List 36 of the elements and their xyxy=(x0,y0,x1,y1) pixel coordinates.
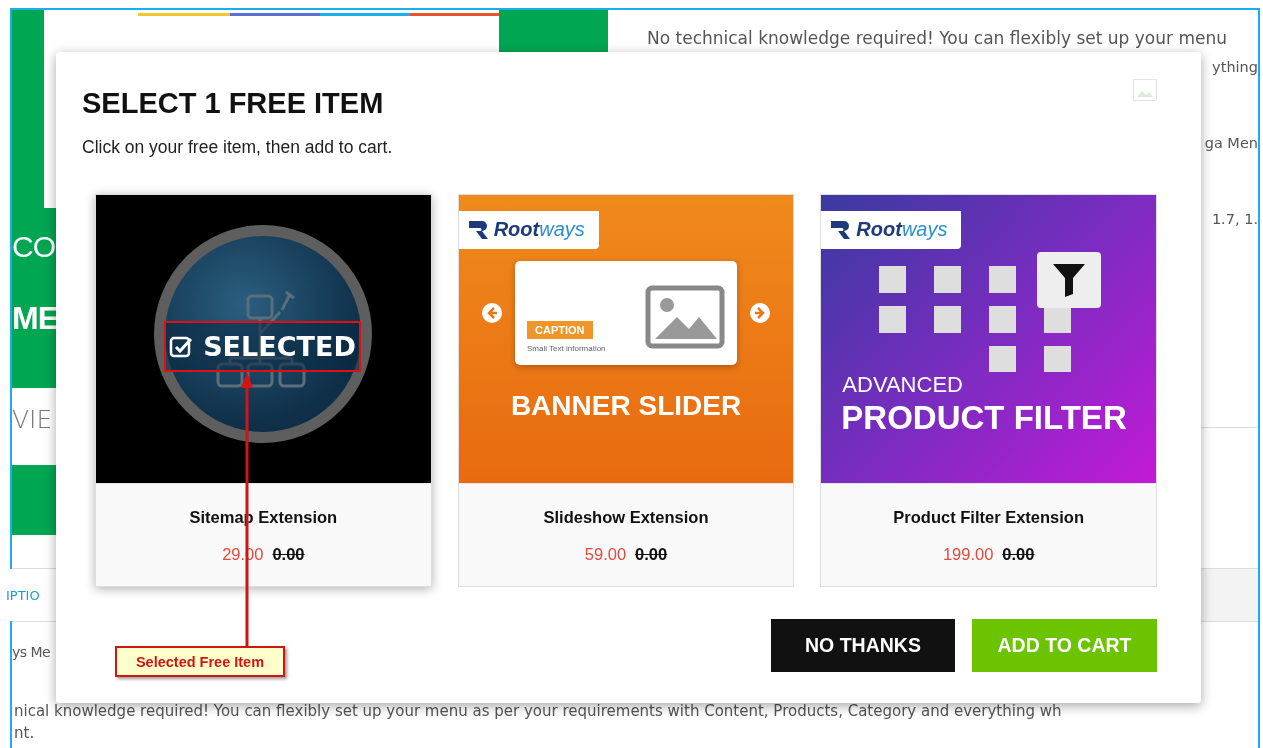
description-text: ga Men xyxy=(1204,135,1258,151)
image-icon xyxy=(645,285,725,349)
product-name: Product Filter Extension xyxy=(893,508,1085,527)
annotation-callout: Selected Free Item xyxy=(115,646,285,677)
logo-icon xyxy=(831,220,852,239)
dialog-subtitle: Click on your free item, then add to cart. xyxy=(82,136,394,158)
section-heading: ys Me xyxy=(12,644,51,660)
struck-price: 0.00 xyxy=(1002,545,1035,564)
struck-price: 0.00 xyxy=(635,545,668,564)
action-button[interactable] xyxy=(12,465,58,535)
banner-heading: ME xyxy=(12,302,58,334)
artwork-headline: BANNER SLIDER xyxy=(510,391,742,422)
description-text: No technical knowledge required! You can flexibly set up your menu xyxy=(647,28,1227,48)
selected-badge: SELECTED xyxy=(164,321,361,372)
product-name: Slideshow Extension xyxy=(543,508,709,527)
caption-label: CAPTION xyxy=(527,321,593,339)
banner-heading: CO xyxy=(12,232,55,262)
artwork-overline: ADVANCED xyxy=(842,374,963,396)
dialog-title: SELECT 1 FREE ITEM xyxy=(82,86,384,120)
original-price: 59.00 xyxy=(584,545,627,564)
body-text: nical knowledge required! You can flexibly set up your menu as per your requirements with Content, Products, Category and everything wh xyxy=(14,702,1062,720)
reviews-heading: VIE xyxy=(12,404,53,436)
product-card[interactable]: Rootways ADVANCED PRODUCT FILTER Product Filter Extension 199.00 0.00 xyxy=(820,194,1157,587)
no-thanks-button[interactable]: NO THANKS xyxy=(771,619,955,672)
description-text: ything xyxy=(1212,59,1258,75)
logo-icon xyxy=(468,220,489,239)
checkbox-icon xyxy=(169,334,194,359)
product-card[interactable]: Rootways CAPTION Small Text information BANNER SLIDER Slideshow Extension 59.00 0.00 xyxy=(457,194,795,587)
struck-price: 0.00 xyxy=(272,545,305,564)
logo-tab: Rootways xyxy=(821,211,962,249)
original-price: 199.00 xyxy=(942,545,994,564)
logo-tab: Rootways xyxy=(458,211,599,249)
body-text: nt. xyxy=(14,724,35,742)
description-text: 1.7, 1. xyxy=(1211,211,1258,227)
artwork-headline: PRODUCT FILTER xyxy=(841,400,1127,437)
caption-note: Small Text information xyxy=(527,344,606,353)
